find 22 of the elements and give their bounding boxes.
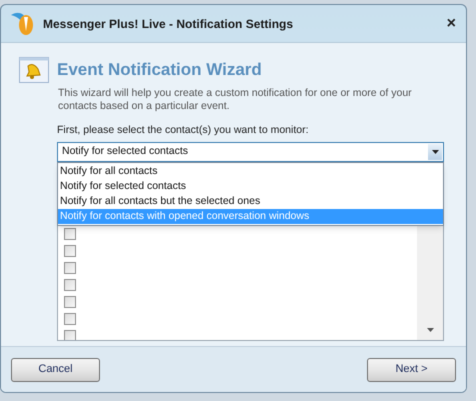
- dialog-button[interactable]: Next >: [367, 358, 456, 382]
- select-label: First, please select the contact(s) you want to monitor:: [57, 123, 310, 138]
- app-logo-icon: [9, 10, 35, 36]
- checkbox[interactable]: [64, 228, 76, 240]
- caret-icon: [428, 144, 442, 160]
- wizard-heading: Event Notification Wizard: [57, 59, 262, 82]
- checkbox[interactable]: [64, 296, 76, 308]
- checkbox[interactable]: [64, 244, 76, 257]
- scroll-down-icon[interactable]: [426, 328, 434, 332]
- dialog-button[interactable]: Cancel: [11, 358, 100, 382]
- checkbox[interactable]: [64, 262, 76, 274]
- contact-dropdown[interactable]: Notify for selected contacts: [57, 142, 444, 162]
- wizard-description: This wizard will help you create a custom notification for one or more of your contacts based on a particular event.: [58, 87, 413, 113]
- bell-icon: [19, 57, 49, 83]
- checkbox[interactable]: [64, 278, 76, 291]
- checkbox[interactable]: [64, 312, 76, 325]
- dropdown-option[interactable]: Notify for all contacts but the selected ones: [58, 194, 443, 209]
- dropdown-option[interactable]: Notify for all contacts: [58, 164, 443, 179]
- close-button[interactable]: ×: [446, 16, 456, 32]
- dropdown-option[interactable]: Notify for selected contacts: [58, 178, 443, 194]
- window-title: Messenger Plus! Live - Notification Settings: [43, 16, 294, 32]
- checkbox[interactable]: [64, 330, 76, 340]
